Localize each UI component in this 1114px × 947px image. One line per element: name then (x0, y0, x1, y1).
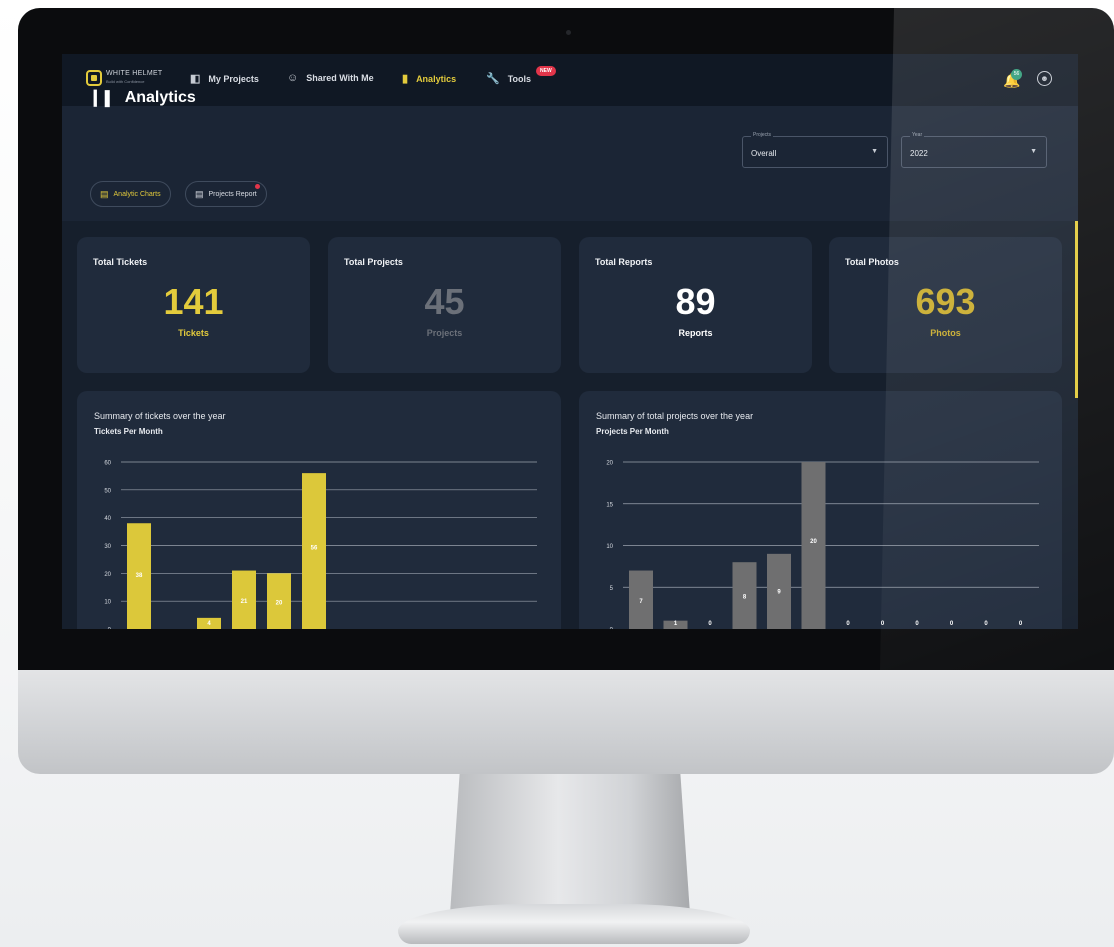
projects-select-label: Projects (751, 132, 774, 138)
logo-text: WHITE HELMET (106, 70, 163, 77)
bar-value-label: 21 (241, 599, 248, 605)
bar-value-label: 0 (881, 621, 885, 627)
year-select[interactable]: Year 2022 ▼ (901, 132, 1047, 168)
document-icon: ▤ (195, 188, 204, 199)
y-tick-label: 50 (104, 488, 111, 494)
bar-value-label: 0 (984, 621, 988, 627)
stat-unit: Projects (426, 328, 463, 338)
stat-unit: Tickets (178, 328, 209, 338)
wrench-icon: 🔧 (486, 73, 500, 85)
bar-chart-icon: ▮​ (402, 73, 409, 85)
nav-analytics-label: Analytics (416, 73, 457, 84)
y-tick-label: 5 (610, 586, 614, 592)
bar (801, 462, 826, 629)
y-tick-label: 40 (104, 516, 111, 522)
y-tick-label: 20 (104, 572, 111, 578)
bar-value-label: 0 (846, 621, 850, 627)
brand-logo[interactable]: WHITE HELMET Build with Confidence (86, 70, 163, 86)
y-tick-label: 20 (606, 461, 613, 467)
stat-card-photos: Total Photos 693 Photos (829, 237, 1062, 373)
y-tick-label: 60 (104, 461, 111, 467)
year-select-value: 2022 (910, 149, 928, 158)
stat-title: Total Tickets (93, 257, 148, 267)
tab-projects-report[interactable]: ▤ Projects Report (185, 181, 267, 207)
bar-value-label: 38 (136, 573, 143, 579)
people-icon: ☺ (287, 72, 299, 84)
monitor-stand-neck (450, 774, 690, 914)
briefcase-icon: ◧ (190, 73, 201, 85)
stat-title: Total Photos (845, 257, 899, 267)
nav-my-projects[interactable]: ◧ My Projects (190, 72, 259, 85)
y-tick-label: 10 (104, 600, 111, 606)
monitor-stand-base (398, 904, 750, 944)
stat-card-tickets: Total Tickets 141 Tickets (77, 237, 310, 373)
unread-dot (254, 184, 260, 189)
bar-value-label: 0 (950, 621, 954, 627)
projects-chart-card: Summary of total projects over the year … (579, 391, 1062, 629)
bar-chart-icon: ▎▌ (94, 89, 115, 106)
tab-analytic-charts[interactable]: ▤ Analytic Charts (90, 181, 171, 207)
stat-value: 89 (675, 281, 716, 322)
chevron-down-icon: ▼ (871, 148, 878, 155)
bar-value-label: 0 (708, 621, 712, 627)
nav-shared-with-me[interactable]: ☺ Shared With Me (287, 72, 374, 84)
y-tick-label: 0 (108, 628, 112, 630)
tickets-chart-card: Summary of tickets over the year Tickets… (77, 391, 561, 629)
nav-shared-label: Shared With Me (306, 73, 374, 83)
year-select-label: Year (910, 132, 925, 138)
projects-bar-chart: 051015207108920000000 (606, 461, 1039, 630)
bar-value-label: 56 (311, 545, 318, 551)
nav-analytics[interactable]: ▮​ Analytics (402, 72, 456, 85)
y-tick-label: 15 (606, 502, 613, 508)
helmet-logo-icon (86, 70, 102, 86)
tab-projects-report-label: Projects Report (208, 190, 257, 198)
stat-value: 45 (424, 281, 465, 322)
nav-my-projects-label: My Projects (208, 73, 259, 84)
y-tick-label: 10 (606, 544, 613, 550)
bar-value-label: 0 (1019, 621, 1023, 627)
stat-unit: Reports (678, 328, 713, 338)
y-tick-label: 0 (610, 628, 614, 630)
nav-tools-label: Tools (507, 73, 532, 84)
tab-analytic-charts-label: Analytic Charts (113, 190, 161, 198)
new-badge: NEW (536, 66, 556, 76)
tickets-bar-chart: 0102030405060384212056 (104, 461, 537, 630)
top-nav: WHITE HELMET Build with Confidence ◧ My … (62, 54, 1078, 106)
logo-tagline: Build with Confidence (106, 79, 145, 84)
chevron-down-icon: ▼ (1030, 148, 1037, 155)
projects-select-value: Overall (751, 149, 777, 158)
stat-unit: Photos (930, 328, 961, 338)
page-title: ▎▌ Analytics (94, 89, 196, 107)
monitor-chin (18, 670, 1114, 774)
stat-card-projects: Total Projects 45 Projects (328, 237, 561, 373)
stat-title: Total Projects (344, 257, 403, 267)
stat-title: Total Reports (595, 257, 653, 267)
camera-dot (566, 30, 571, 35)
bar-value-label: 20 (276, 600, 283, 606)
stat-value: 693 (915, 281, 976, 322)
nav-tools[interactable]: 🔧 Tools NEW (486, 66, 556, 85)
stat-value: 141 (163, 281, 224, 322)
stat-card-reports: Total Reports 89 Reports (579, 237, 812, 373)
bar-value-label: 20 (810, 539, 817, 545)
user-account-icon[interactable]: ☻ (1037, 71, 1052, 86)
page-title-text: Analytics (124, 89, 196, 106)
notification-count: 56 (1011, 69, 1022, 80)
chart-icon: ▤ (100, 188, 109, 199)
bar-value-label: 0 (915, 621, 919, 627)
y-tick-label: 30 (104, 544, 111, 550)
projects-select[interactable]: Projects Overall ▼ (742, 132, 888, 168)
app-screen: WHITE HELMET Build with Confidence ◧ My … (62, 54, 1078, 629)
